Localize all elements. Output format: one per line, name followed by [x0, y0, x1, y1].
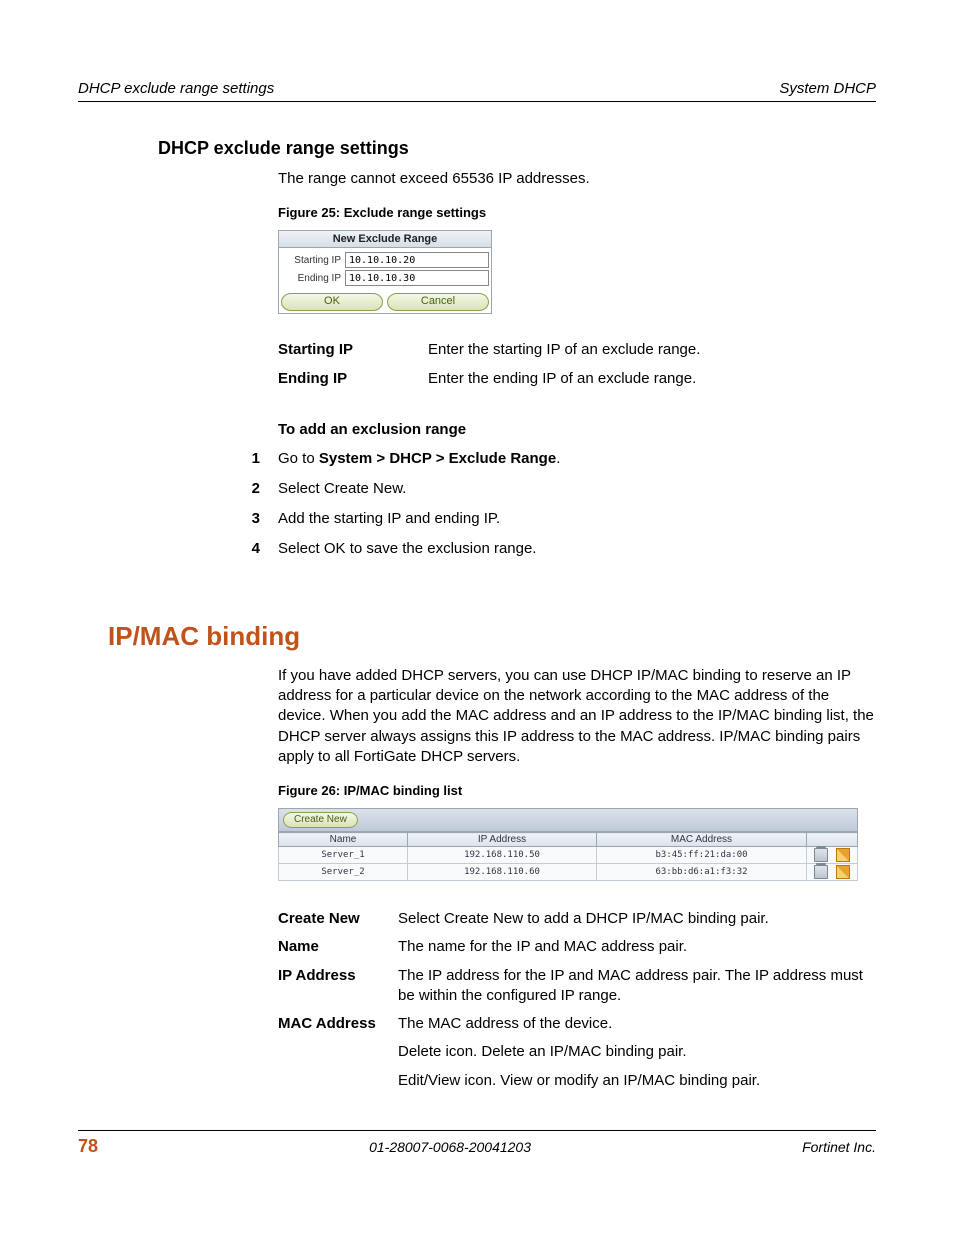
- step-3: 3 Add the starting IP and ending IP.: [78, 508, 876, 529]
- fig25-start-label: Starting IP: [281, 255, 345, 266]
- company: Fortinet Inc.: [802, 1139, 876, 1155]
- section1-title: DHCP exclude range settings: [158, 138, 876, 159]
- step-num: 3: [78, 508, 278, 529]
- field-val: The IP address for the IP and MAC addres…: [398, 962, 876, 1011]
- field-val: Edit/View icon. View or modify an IP/MAC…: [398, 1067, 876, 1095]
- figure25-caption: Figure 25: Exclude range settings: [278, 205, 876, 220]
- fig25-row-start: Starting IP: [281, 252, 489, 268]
- fig25-buttons: OK Cancel: [278, 291, 492, 314]
- doc-id: 01-28007-0068-20041203: [369, 1139, 531, 1155]
- create-new-button[interactable]: Create New: [283, 812, 358, 828]
- section1-intro: The range cannot exceed 65536 IP address…: [278, 169, 876, 189]
- table-row: Delete icon. Delete an IP/MAC binding pa…: [278, 1038, 876, 1066]
- table-row: Starting IP Enter the starting IP of an …: [278, 336, 700, 364]
- fig26-header-row: Name IP Address MAC Address: [279, 833, 858, 847]
- field-val: Delete icon. Delete an IP/MAC binding pa…: [398, 1038, 876, 1066]
- footer: 78 01-28007-0068-20041203 Fortinet Inc.: [78, 1130, 876, 1157]
- cell-name: Server_1: [279, 847, 408, 864]
- table-row: MAC Address The MAC address of the devic…: [278, 1010, 876, 1038]
- col-name: Name: [279, 833, 408, 847]
- field-val: The name for the IP and MAC address pair…: [398, 933, 876, 961]
- field-key: Name: [278, 933, 398, 961]
- section2-field-table: Create New Select Create New to add a DH…: [278, 905, 876, 1095]
- table-row: Server_2 192.168.110.60 63:bb:d6:a1:f3:3…: [279, 864, 858, 881]
- field-key: Starting IP: [278, 336, 428, 364]
- section1-field-table: Starting IP Enter the starting IP of an …: [278, 336, 700, 393]
- table-row: Ending IP Enter the ending IP of an excl…: [278, 365, 700, 393]
- delete-icon[interactable]: [814, 865, 828, 879]
- step-num: 2: [78, 478, 278, 499]
- figure25: New Exclude Range Starting IP Ending IP …: [278, 230, 492, 314]
- cell-name: Server_2: [279, 864, 408, 881]
- delete-icon[interactable]: [814, 848, 828, 862]
- step-text: Add the starting IP and ending IP.: [278, 508, 500, 529]
- fig25-title: New Exclude Range: [278, 230, 492, 248]
- field-key: IP Address: [278, 962, 398, 1011]
- cell-mac: 63:bb:d6:a1:f3:32: [597, 864, 807, 881]
- fig25-end-label: Ending IP: [281, 273, 345, 284]
- figure26-caption: Figure 26: IP/MAC binding list: [278, 783, 876, 798]
- step-text: Select OK to save the exclusion range.: [278, 538, 536, 559]
- edit-icon[interactable]: [836, 865, 850, 879]
- field-key: [278, 1038, 398, 1066]
- figure26: Create New Name IP Address MAC Address S…: [278, 808, 858, 881]
- field-key: Ending IP: [278, 365, 428, 393]
- page: DHCP exclude range settings System DHCP …: [0, 0, 954, 1235]
- table-row: Name The name for the IP and MAC address…: [278, 933, 876, 961]
- step-num: 1: [78, 448, 278, 469]
- section2-title: IP/MAC binding: [108, 621, 876, 652]
- step-1: 1 Go to System > DHCP > Exclude Range.: [78, 448, 876, 469]
- step-2: 2 Select Create New.: [78, 478, 876, 499]
- step-text: Go to System > DHCP > Exclude Range.: [278, 448, 560, 469]
- running-header: DHCP exclude range settings System DHCP: [78, 80, 876, 102]
- fig26-toolbar: Create New: [278, 808, 858, 832]
- field-val: Select Create New to add a DHCP IP/MAC b…: [398, 905, 876, 933]
- step-text: Select Create New.: [278, 478, 406, 499]
- page-number: 78: [78, 1136, 98, 1157]
- edit-icon[interactable]: [836, 848, 850, 862]
- field-key: Create New: [278, 905, 398, 933]
- cell-actions: [807, 864, 858, 881]
- cell-ip: 192.168.110.60: [408, 864, 597, 881]
- col-actions: [807, 833, 858, 847]
- table-row: IP Address The IP address for the IP and…: [278, 962, 876, 1011]
- table-row: Server_1 192.168.110.50 b3:45:ff:21:da:0…: [279, 847, 858, 864]
- field-key: MAC Address: [278, 1010, 398, 1038]
- table-row: Create New Select Create New to add a DH…: [278, 905, 876, 933]
- col-mac: MAC Address: [597, 833, 807, 847]
- header-right: System DHCP: [779, 80, 876, 97]
- procedure-steps: 1 Go to System > DHCP > Exclude Range. 2…: [78, 448, 876, 559]
- field-key: [278, 1067, 398, 1095]
- field-val: Enter the starting IP of an exclude rang…: [428, 336, 700, 364]
- fig25-body: Starting IP Ending IP: [278, 248, 492, 291]
- field-val: The MAC address of the device.: [398, 1010, 876, 1038]
- procedure-title: To add an exclusion range: [278, 421, 876, 438]
- step-4: 4 Select OK to save the exclusion range.: [78, 538, 876, 559]
- fig26-table: Name IP Address MAC Address Server_1 192…: [278, 832, 858, 881]
- table-row: Edit/View icon. View or modify an IP/MAC…: [278, 1067, 876, 1095]
- step-num: 4: [78, 538, 278, 559]
- col-ip: IP Address: [408, 833, 597, 847]
- ending-ip-input[interactable]: [345, 270, 489, 286]
- field-val: Enter the ending IP of an exclude range.: [428, 365, 700, 393]
- section2-intro: If you have added DHCP servers, you can …: [278, 666, 876, 767]
- starting-ip-input[interactable]: [345, 252, 489, 268]
- fig25-row-end: Ending IP: [281, 270, 489, 286]
- cell-mac: b3:45:ff:21:da:00: [597, 847, 807, 864]
- cell-actions: [807, 847, 858, 864]
- ok-button[interactable]: OK: [281, 293, 383, 311]
- header-left: DHCP exclude range settings: [78, 80, 274, 97]
- cancel-button[interactable]: Cancel: [387, 293, 489, 311]
- cell-ip: 192.168.110.50: [408, 847, 597, 864]
